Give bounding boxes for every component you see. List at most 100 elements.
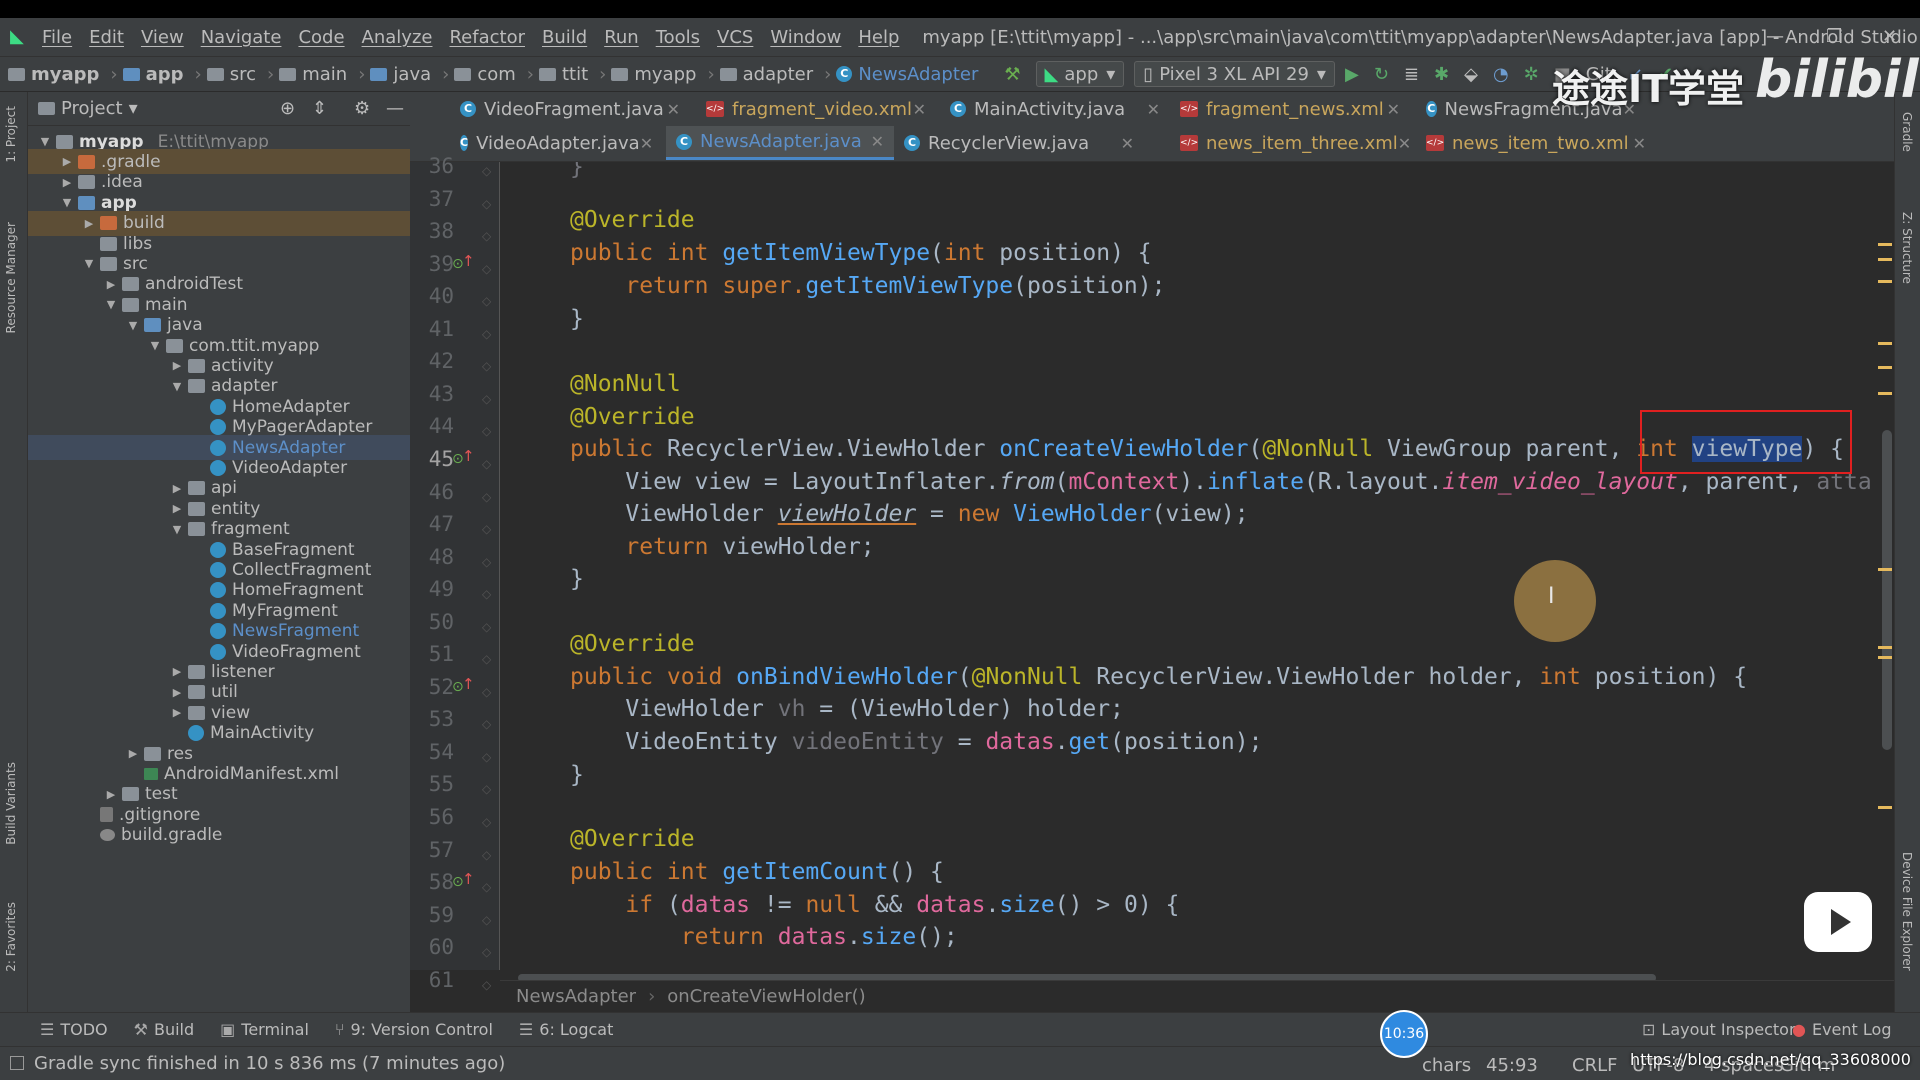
close-tab-icon[interactable]: ✕ <box>640 134 653 153</box>
locate-icon[interactable]: ⊕ <box>280 98 295 119</box>
menu-edit[interactable]: Edit <box>89 27 124 48</box>
fold-marker-icon[interactable]: ◇ <box>482 913 491 927</box>
chevron-down-icon[interactable]: ▾ <box>129 98 138 119</box>
error-stripe-marker[interactable] <box>1878 366 1892 369</box>
device-file-explorer-tool-button[interactable]: Device File Explorer <box>1900 852 1914 971</box>
breadcrumb-adapter[interactable]: adapter <box>719 64 813 85</box>
expand-arrow-icon[interactable]: ▼ <box>146 339 164 352</box>
tab-news-item-three-xml[interactable]: </> news_item_three.xml ✕ <box>1170 126 1411 160</box>
fold-marker-icon[interactable]: ◇ <box>482 587 491 601</box>
hide-panel-icon[interactable]: — <box>386 98 404 119</box>
collapse-arrow-icon[interactable]: ▶ <box>58 155 76 168</box>
menu-window[interactable]: Window <box>770 27 841 48</box>
menu-analyze[interactable]: Analyze <box>362 27 433 48</box>
gear-icon[interactable]: ⚙ <box>354 98 370 119</box>
go-to-super-arrow-icon[interactable]: ↑ <box>462 447 475 465</box>
tab-newsadapter-java[interactable]: C NewsAdapter.java ✕ <box>666 126 894 160</box>
close-button[interactable]: ✕ <box>1882 26 1897 47</box>
fold-marker-icon[interactable]: ◇ <box>482 880 491 894</box>
fold-marker-icon[interactable]: ◇ <box>482 815 491 829</box>
menu-tools[interactable]: Tools <box>656 27 700 48</box>
tab-fragment-video-xml[interactable]: </> fragment_video.xml ✕ <box>696 92 936 126</box>
menu-help[interactable]: Help <box>858 27 899 48</box>
collapse-arrow-icon[interactable]: ▶ <box>102 788 120 801</box>
error-stripe-marker[interactable] <box>1878 280 1892 283</box>
structure-tool-button[interactable]: Z: Structure <box>1900 212 1914 284</box>
fold-marker-icon[interactable]: ◇ <box>482 164 491 178</box>
collapse-arrow-icon[interactable]: ▶ <box>168 706 186 719</box>
collapse-arrow-icon[interactable]: ▶ <box>168 482 186 495</box>
tab-videofragment-java[interactable]: C VideoFragment.java ✕ <box>450 92 690 126</box>
menu-view[interactable]: View <box>141 27 184 48</box>
fold-marker-icon[interactable]: ◇ <box>482 522 491 536</box>
minimize-button[interactable]: — <box>1766 26 1784 47</box>
fold-marker-icon[interactable]: ◇ <box>482 945 491 959</box>
profile-icon[interactable]: ◔ <box>1493 64 1509 85</box>
collapse-arrow-icon[interactable]: ▶ <box>168 359 186 372</box>
go-to-super-arrow-icon[interactable]: ↑ <box>462 675 475 693</box>
close-tab-icon[interactable]: ✕ <box>1633 134 1646 153</box>
expand-arrow-icon[interactable]: ▼ <box>168 380 186 393</box>
build-variants-tool-button[interactable]: Build Variants <box>4 762 18 845</box>
breadcrumb-app[interactable]: app <box>122 64 184 85</box>
tab-videoadapter-java[interactable]: C VideoAdapter.java ✕ <box>450 126 662 160</box>
attach-debugger-icon[interactable]: ⬙ <box>1464 64 1478 85</box>
sync-icon[interactable]: ✲ <box>1524 64 1539 85</box>
error-stripe-marker[interactable] <box>1878 568 1892 571</box>
fold-marker-icon[interactable]: ◇ <box>482 294 491 308</box>
layout-inspector-tool-button[interactable]: ⊡ Layout Inspector <box>1642 1020 1796 1039</box>
fold-marker-icon[interactable]: ◇ <box>482 262 491 276</box>
status-toggle-icon[interactable] <box>10 1056 24 1070</box>
device-dropdown[interactable]: ▯ Pixel 3 XL API 29 ▾ <box>1134 61 1335 87</box>
error-stripe-marker[interactable] <box>1878 392 1892 395</box>
breadcrumb-class[interactable]: NewsAdapter <box>516 986 636 1007</box>
run-icon[interactable]: ▶ <box>1345 64 1359 85</box>
tab-news-item-two-xml[interactable]: </> news_item_two.xml ✕ <box>1416 126 1656 160</box>
breadcrumb-newsadapter[interactable]: C NewsAdapter <box>836 64 978 85</box>
fold-marker-icon[interactable]: ◇ <box>482 717 491 731</box>
menu-refactor[interactable]: Refactor <box>449 27 525 48</box>
fold-marker-icon[interactable]: ◇ <box>482 229 491 243</box>
error-stripe-marker[interactable] <box>1878 243 1892 246</box>
close-tab-icon[interactable]: ✕ <box>1387 100 1400 119</box>
close-tab-icon[interactable]: ✕ <box>1147 100 1160 119</box>
error-stripe-marker[interactable] <box>1878 656 1892 659</box>
fold-marker-icon[interactable]: ◇ <box>482 978 491 992</box>
collapse-arrow-icon[interactable]: ▶ <box>124 747 142 760</box>
tab-mainactivity-java[interactable]: C MainActivity.java ✕ <box>940 92 1170 126</box>
project-tool-button[interactable]: 1: Project <box>4 106 18 163</box>
collapse-arrow-icon[interactable]: ▶ <box>168 686 186 699</box>
error-stripe-marker[interactable] <box>1878 806 1892 809</box>
collapse-arrow-icon[interactable]: ▶ <box>58 176 76 189</box>
tree-item-build-gradle[interactable]: build.gradle <box>28 823 410 848</box>
version-control-tool-button[interactable]: ⑂ 9: Version Control <box>335 1020 493 1039</box>
todo-tool-button[interactable]: ☰ TODO <box>40 1020 108 1039</box>
run-config-dropdown[interactable]: ◣ app ▾ <box>1035 61 1125 87</box>
collapse-arrow-icon[interactable]: ▶ <box>168 665 186 678</box>
error-stripe-marker[interactable] <box>1878 646 1892 649</box>
menu-build[interactable]: Build <box>542 27 587 48</box>
fold-marker-icon[interactable]: ◇ <box>482 359 491 373</box>
fold-marker-icon[interactable]: ◇ <box>482 555 491 569</box>
fold-marker-icon[interactable]: ◇ <box>482 620 491 634</box>
breadcrumb-myapp-package[interactable]: myapp <box>611 64 696 85</box>
build-tool-button[interactable]: ⚒ Build <box>134 1020 195 1039</box>
resource-manager-tool-button[interactable]: Resource Manager <box>4 222 18 333</box>
menu-vcs[interactable]: VCS <box>717 27 753 48</box>
expand-arrow-icon[interactable]: ▼ <box>168 523 186 536</box>
close-tab-icon[interactable]: ✕ <box>1398 134 1411 153</box>
fold-marker-icon[interactable]: ◇ <box>482 750 491 764</box>
breadcrumb-main[interactable]: main <box>279 64 347 85</box>
breadcrumb-src[interactable]: src <box>206 64 256 85</box>
terminal-tool-button[interactable]: ▣ Terminal <box>220 1020 309 1039</box>
collapse-all-icon[interactable]: ⇕ <box>312 98 327 119</box>
tab-fragment-news-xml[interactable]: </> fragment_news.xml ✕ <box>1170 92 1410 126</box>
expand-arrow-icon[interactable]: ▼ <box>102 298 120 311</box>
fold-marker-icon[interactable]: ◇ <box>482 197 491 211</box>
error-stripe-marker[interactable] <box>1878 342 1892 345</box>
close-tab-icon[interactable]: ✕ <box>667 100 680 119</box>
fold-marker-icon[interactable]: ◇ <box>482 685 491 699</box>
go-to-super-arrow-icon[interactable]: ↑ <box>462 252 475 270</box>
logcat-tool-button[interactable]: ☰ 6: Logcat <box>519 1020 613 1039</box>
restore-button[interactable]: ❐ <box>1826 26 1842 47</box>
